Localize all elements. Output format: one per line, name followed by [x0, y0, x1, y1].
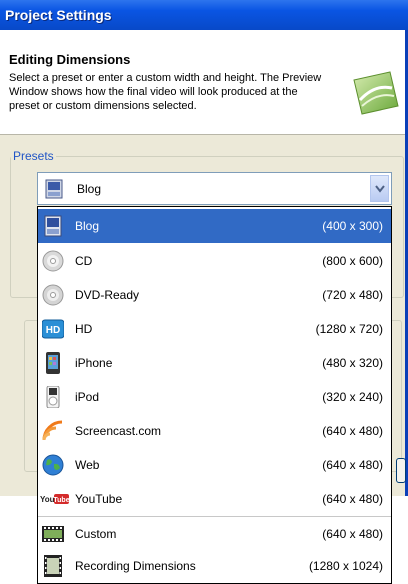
svg-text:Tube: Tube	[53, 497, 69, 504]
dvd-icon	[42, 284, 64, 306]
cd-icon	[42, 250, 64, 272]
preset-option-dimensions: (800 x 600)	[322, 254, 383, 268]
preset-option-dimensions: (1280 x 1024)	[308, 559, 383, 573]
youtube-icon: You Tube	[40, 494, 70, 504]
preset-option-hd[interactable]: HD HD (1280 x 720)	[38, 312, 391, 346]
screencast-icon	[42, 420, 63, 441]
preset-option-dimensions: (1280 x 720)	[315, 322, 383, 336]
preset-option-dimensions: (640 x 480)	[322, 527, 383, 541]
blog-icon	[45, 179, 63, 199]
preset-selected-value: Blog	[77, 182, 102, 196]
preset-dropdown[interactable]: Blog	[37, 172, 392, 205]
preset-option-name: YouTube	[75, 492, 123, 506]
svg-text:HD: HD	[46, 325, 60, 336]
preset-option-name: Screencast.com	[75, 424, 162, 438]
preset-dropdown-list: Blog (400 x 300) CD (800 x 600) DVD-Read…	[37, 206, 392, 584]
preset-option-cd[interactable]: CD (800 x 600)	[38, 244, 391, 278]
header-description: Select a preset or enter a custom width …	[9, 72, 322, 112]
dialog-button[interactable]	[396, 458, 406, 483]
ipod-icon	[46, 386, 60, 408]
window-title: Project Settings	[5, 7, 112, 23]
header-panel: Editing Dimensions Select a preset or en…	[0, 30, 405, 135]
preset-option-dimensions: (720 x 480)	[322, 288, 383, 302]
hd-icon: HD	[42, 319, 64, 339]
preset-option-dvd-ready[interactable]: DVD-Ready (720 x 480)	[38, 278, 391, 312]
preset-option-web[interactable]: Web (640 x 480)	[38, 448, 391, 482]
preset-option-name: Web	[75, 458, 100, 472]
preset-option-ipod[interactable]: iPod (320 x 240)	[38, 380, 391, 414]
preset-option-dimensions: (320 x 240)	[322, 390, 383, 404]
presets-group-label: Presets	[11, 149, 56, 163]
preset-option-dimensions: (640 x 480)	[322, 492, 383, 506]
app-logo-icon	[353, 71, 399, 115]
preset-option-recording-dimensions[interactable]: Recording Dimensions (1280 x 1024)	[38, 549, 391, 583]
dropdown-arrow-button[interactable]	[370, 175, 389, 202]
film-recording-icon	[44, 555, 62, 577]
preset-option-name: DVD-Ready	[75, 288, 140, 302]
blog-icon	[44, 215, 62, 237]
preset-option-dimensions: (400 x 300)	[322, 219, 383, 233]
preset-option-custom[interactable]: Custom (640 x 480)	[38, 517, 391, 551]
preset-option-dimensions: (640 x 480)	[322, 424, 383, 438]
title-bar[interactable]: Project Settings	[0, 0, 408, 30]
preset-option-name: Recording Dimensions	[75, 559, 196, 573]
chevron-down-icon	[375, 185, 385, 193]
preset-option-iphone[interactable]: iPhone (480 x 320)	[38, 346, 391, 380]
preset-option-screencast[interactable]: Screencast.com (640 x 480)	[38, 414, 391, 448]
film-strip-icon	[42, 526, 64, 542]
iphone-icon	[46, 352, 60, 374]
header-title: Editing Dimensions	[9, 52, 131, 67]
preset-option-dimensions: (480 x 320)	[322, 356, 383, 370]
preset-option-name: HD	[75, 322, 93, 336]
preset-option-blog[interactable]: Blog (400 x 300)	[38, 209, 391, 243]
preset-option-name: Custom	[75, 527, 117, 541]
preset-option-name: CD	[75, 254, 93, 268]
preset-option-name: iPhone	[75, 356, 113, 370]
preset-option-name: Blog	[75, 219, 100, 233]
preset-option-dimensions: (640 x 480)	[322, 458, 383, 472]
preset-option-youtube[interactable]: You Tube YouTube (640 x 480)	[38, 482, 391, 516]
globe-icon	[42, 454, 64, 476]
preset-option-name: iPod	[75, 390, 100, 404]
